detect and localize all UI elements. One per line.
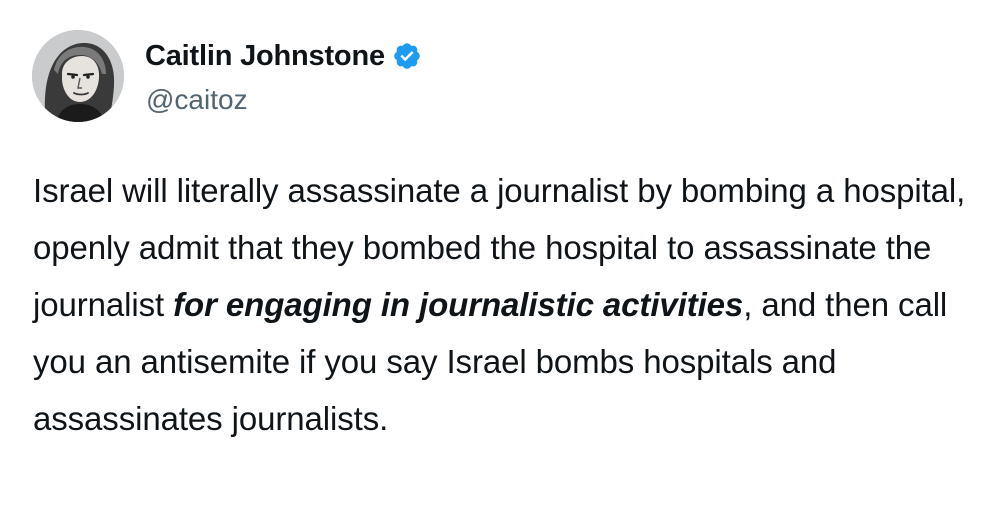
avatar[interactable] xyxy=(32,30,124,122)
verified-badge-icon[interactable] xyxy=(392,41,422,71)
author-name-row[interactable]: Caitlin Johnstone xyxy=(145,38,422,74)
author-handle[interactable]: @caitoz xyxy=(146,84,248,116)
tweet-text-emphasis: for engaging in journalistic activities xyxy=(173,286,744,323)
tweet-text: Israel will literally assassinate a jour… xyxy=(33,162,983,447)
author-display-name[interactable]: Caitlin Johnstone xyxy=(145,40,385,73)
tweet-card: Caitlin Johnstone @caitoz Israel will li… xyxy=(0,0,1008,508)
avatar-image xyxy=(32,30,124,122)
